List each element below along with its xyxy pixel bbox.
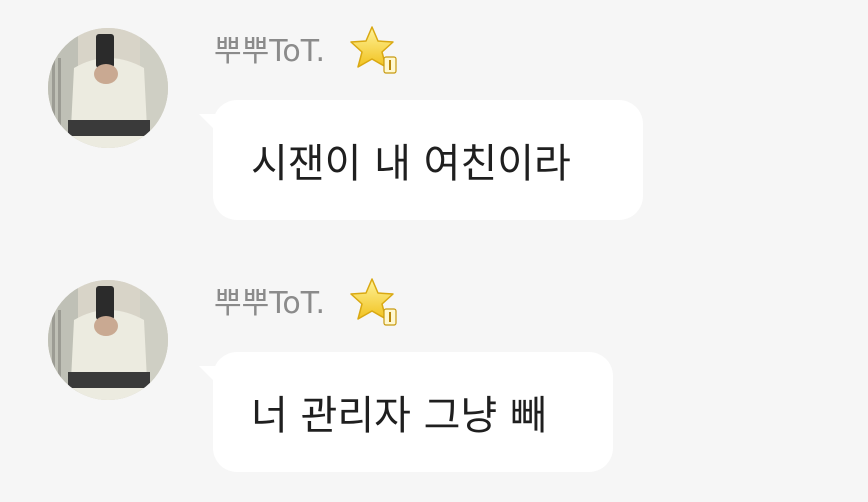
sender-name[interactable]: 뿌뿌ToT. bbox=[214, 278, 325, 322]
avatar-photo bbox=[48, 280, 168, 400]
sender-name[interactable]: 뿌뿌ToT. bbox=[214, 26, 325, 70]
bubble-tail bbox=[199, 114, 221, 136]
chat-message: 뿌뿌ToT. 시잰이 내 여친이라 bbox=[0, 0, 868, 240]
chat-log: 뿌뿌ToT. 시잰이 내 여친이라 뿌뿌ToT. 너 관리자 그냥 빼 bbox=[0, 0, 868, 502]
star-badge-icon bbox=[347, 275, 401, 329]
sender-row: 뿌뿌ToT. bbox=[214, 24, 401, 74]
avatar-photo bbox=[48, 28, 168, 148]
sender-row: 뿌뿌ToT. bbox=[214, 276, 401, 326]
message-text: 너 관리자 그냥 빼 bbox=[251, 393, 547, 439]
avatar[interactable] bbox=[48, 28, 168, 148]
avatar[interactable] bbox=[48, 280, 168, 400]
message-text: 시잰이 내 여친이라 bbox=[251, 141, 571, 187]
bubble-tail bbox=[199, 366, 221, 388]
star-badge-icon bbox=[347, 23, 401, 77]
chat-message: 뿌뿌ToT. 너 관리자 그냥 빼 bbox=[0, 252, 868, 492]
message-bubble[interactable]: 너 관리자 그냥 빼 bbox=[199, 352, 613, 472]
message-bubble[interactable]: 시잰이 내 여친이라 bbox=[199, 100, 643, 220]
